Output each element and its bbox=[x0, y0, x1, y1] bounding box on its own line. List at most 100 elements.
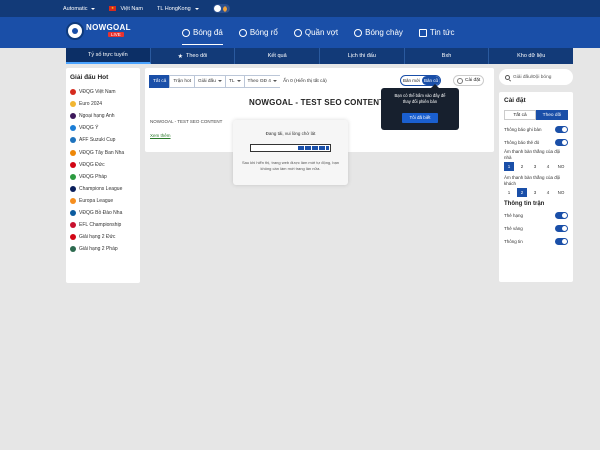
content-subtitle: NOWGOAL - TEST SEO CONTENT bbox=[150, 119, 223, 124]
away-sound-4[interactable]: 4 bbox=[543, 188, 553, 197]
language-select[interactable]: Việt Nam bbox=[109, 6, 143, 12]
league-logo-icon bbox=[70, 209, 76, 216]
league-item[interactable]: VĐQG Đức bbox=[70, 159, 136, 171]
filter-all[interactable]: Tất cả bbox=[149, 74, 171, 88]
filter-time-dropdown[interactable]: Theo GĐ 4 bbox=[243, 74, 281, 88]
yellow-card-toggle[interactable] bbox=[555, 225, 568, 232]
sun-icon bbox=[213, 5, 221, 12]
away-sound-2[interactable]: 2 bbox=[517, 188, 527, 197]
nav-baseball[interactable]: Bóng chày bbox=[354, 17, 403, 48]
away-sound-1[interactable]: 1 bbox=[504, 188, 514, 197]
red-card-notification-toggle[interactable] bbox=[555, 139, 568, 146]
chevron-down-icon bbox=[272, 80, 277, 82]
loading-progress-bar bbox=[250, 144, 331, 152]
league-item[interactable]: AFF Suzuki Cup bbox=[70, 134, 136, 146]
main-navigation: NOWGOAL LIVE Bóng đá Bóng rổ Quần vợt Bó… bbox=[0, 17, 600, 48]
league-name: VĐQG Đức bbox=[79, 161, 105, 168]
card-rank-toggle[interactable] bbox=[555, 212, 568, 219]
tooltip-text: Bạn có thể bấm vào đây để thay đổi phiên… bbox=[394, 93, 446, 104]
league-item[interactable]: VĐQG Ý bbox=[70, 122, 136, 134]
home-sound-3[interactable]: 3 bbox=[530, 162, 540, 171]
league-logo-icon bbox=[70, 185, 76, 192]
gear-icon bbox=[457, 77, 463, 84]
settings-title: Cài đặt bbox=[504, 97, 526, 104]
theme-select[interactable]: Automatic bbox=[63, 6, 96, 12]
dark-mode-toggle[interactable] bbox=[212, 4, 230, 13]
red-card-notification-row: Thông báo thẻ đỏ bbox=[504, 136, 568, 149]
nav-news[interactable]: Tin tức bbox=[418, 17, 455, 48]
settings-tab-following[interactable]: Theo dõi bbox=[536, 110, 568, 120]
league-logo-icon bbox=[70, 101, 76, 108]
league-item[interactable]: Giải hạng 2 Đức bbox=[70, 231, 136, 243]
goal-notification-row: Thông báo ghi bàn bbox=[504, 123, 568, 136]
league-item[interactable]: VĐQG Bồ Đào Nha bbox=[70, 207, 136, 219]
league-name: AFF Suzuki Cup bbox=[79, 137, 116, 144]
league-name: Giải hạng 2 Pháp bbox=[79, 246, 118, 253]
league-item[interactable]: VĐQG Tây Ban Nha bbox=[70, 146, 136, 158]
home-goal-sound-label: Âm thanh bàn thắng của đội nhà bbox=[504, 149, 561, 160]
search-input[interactable]: Giải đấu/Đội bóng bbox=[513, 75, 551, 80]
version-tooltip: Bạn có thể bấm vào đây để thay đổi phiên… bbox=[381, 84, 459, 130]
got-it-button[interactable]: Tôi đã biết bbox=[402, 113, 438, 123]
league-logo-icon bbox=[70, 113, 76, 120]
settings-sidebar: Cài đặt Tất cả Theo dõi Thông báo ghi bà… bbox=[499, 92, 573, 282]
filter-league-dropdown[interactable]: Giải đấu bbox=[194, 74, 226, 88]
loading-title: Đang tải, vui lòng chờ lát bbox=[265, 131, 316, 136]
tab-fixtures[interactable]: Lịch thi đấu bbox=[320, 48, 405, 64]
league-name: Euro 2024 bbox=[79, 101, 103, 108]
league-name: VĐQG Việt Nam bbox=[79, 89, 116, 96]
nav-basketball[interactable]: Bóng rổ bbox=[238, 17, 278, 48]
nav-football[interactable]: Bóng đá bbox=[182, 17, 223, 48]
away-sound-3[interactable]: 3 bbox=[530, 188, 540, 197]
league-item[interactable]: Ngoại hạng Anh bbox=[70, 110, 136, 122]
site-logo[interactable]: NOWGOAL LIVE bbox=[66, 22, 131, 40]
league-logo-icon bbox=[70, 173, 76, 180]
star-icon: ★ bbox=[177, 53, 183, 60]
filter-hidden-count[interactable]: Ẩn 0 (Hiển thị tất cả) bbox=[279, 74, 330, 88]
league-item[interactable]: VĐQG Việt Nam bbox=[70, 86, 136, 98]
home-sound-4[interactable]: 4 bbox=[543, 162, 553, 171]
filter-odds-dropdown[interactable]: TL bbox=[224, 74, 245, 88]
tab-standings[interactable]: Bxh bbox=[405, 48, 490, 64]
league-item[interactable]: Champions League bbox=[70, 183, 136, 195]
filter-hot[interactable]: Trận hot bbox=[169, 74, 196, 88]
home-sound-2[interactable]: 2 bbox=[517, 162, 527, 171]
settings-tab-all[interactable]: Tất cả bbox=[504, 110, 536, 120]
tab-live-scores[interactable]: Tỷ số trực tuyến bbox=[66, 48, 151, 64]
league-name: VĐQG Ý bbox=[79, 125, 99, 132]
timezone-select[interactable]: TL HongKong bbox=[157, 6, 199, 12]
nav-tennis[interactable]: Quần vợt bbox=[293, 17, 338, 48]
vietnam-flag-icon bbox=[109, 6, 117, 11]
league-logo-icon bbox=[70, 197, 76, 204]
sub-tabs: Tỷ số trực tuyến ★ Theo dõi Kết quả Lịch … bbox=[66, 48, 573, 64]
home-sound-1[interactable]: 1 bbox=[504, 162, 514, 171]
chevron-down-icon bbox=[91, 7, 96, 10]
loading-dialog: Đang tải, vui lòng chờ lát Sau khi hiển … bbox=[233, 120, 348, 185]
away-sound-none[interactable]: NO bbox=[556, 188, 566, 197]
search-box[interactable]: Giải đấu/Đội bóng bbox=[499, 69, 573, 85]
info-toggle[interactable] bbox=[555, 238, 568, 245]
tab-following[interactable]: ★ Theo dõi bbox=[151, 48, 236, 64]
new-version-option[interactable]: Bản mới bbox=[401, 76, 422, 85]
league-item[interactable]: Europa League bbox=[70, 195, 136, 207]
league-item[interactable]: VĐQG Pháp bbox=[70, 171, 136, 183]
yellow-card-row: Thẻ vàng bbox=[504, 222, 568, 235]
league-item[interactable]: Giải hạng 2 Pháp bbox=[70, 243, 136, 255]
chevron-down-icon bbox=[236, 80, 241, 82]
league-name: Ngoại hạng Anh bbox=[79, 113, 115, 120]
read-more-link[interactable]: Xem thêm bbox=[150, 133, 171, 138]
chevron-down-icon bbox=[194, 7, 199, 10]
goal-notification-toggle[interactable] bbox=[555, 126, 568, 133]
league-logo-icon bbox=[70, 125, 76, 132]
settings-button[interactable]: Cài đặt bbox=[453, 75, 485, 86]
league-name: Giải hạng 2 Đức bbox=[79, 234, 116, 241]
league-item[interactable]: EFL Championship bbox=[70, 219, 136, 231]
tab-database[interactable]: Kho dữ liệu bbox=[489, 48, 573, 64]
tab-results[interactable]: Kết quả bbox=[235, 48, 321, 64]
league-logo-icon bbox=[70, 161, 76, 168]
league-name: EFL Championship bbox=[79, 222, 122, 229]
card-rank-row: Thẻ hạng bbox=[504, 209, 568, 222]
league-item[interactable]: Euro 2024 bbox=[70, 98, 136, 110]
progress-fill bbox=[298, 146, 329, 150]
home-sound-none[interactable]: NO bbox=[556, 162, 566, 171]
